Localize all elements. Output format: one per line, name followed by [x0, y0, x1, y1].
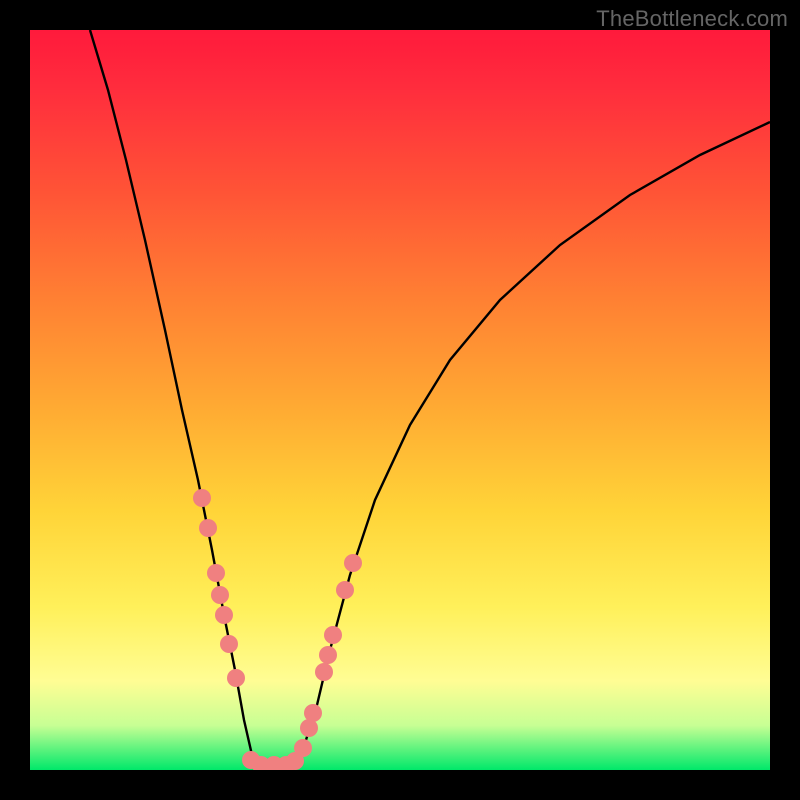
component-dot — [199, 519, 217, 537]
component-dot — [220, 635, 238, 653]
bottleneck-plot — [30, 30, 770, 770]
component-dot — [315, 663, 333, 681]
component-dot — [324, 626, 342, 644]
component-dot — [304, 704, 322, 722]
component-dot — [344, 554, 362, 572]
component-dot — [193, 489, 211, 507]
watermark-text: TheBottleneck.com — [596, 6, 788, 32]
component-dots-group — [193, 489, 362, 770]
component-dot — [215, 606, 233, 624]
component-dot — [336, 581, 354, 599]
component-dot — [207, 564, 225, 582]
component-dot — [319, 646, 337, 664]
component-dot — [294, 739, 312, 757]
chart-area — [30, 30, 770, 770]
bottleneck-curve — [90, 30, 770, 768]
component-dot — [211, 586, 229, 604]
component-dot — [227, 669, 245, 687]
